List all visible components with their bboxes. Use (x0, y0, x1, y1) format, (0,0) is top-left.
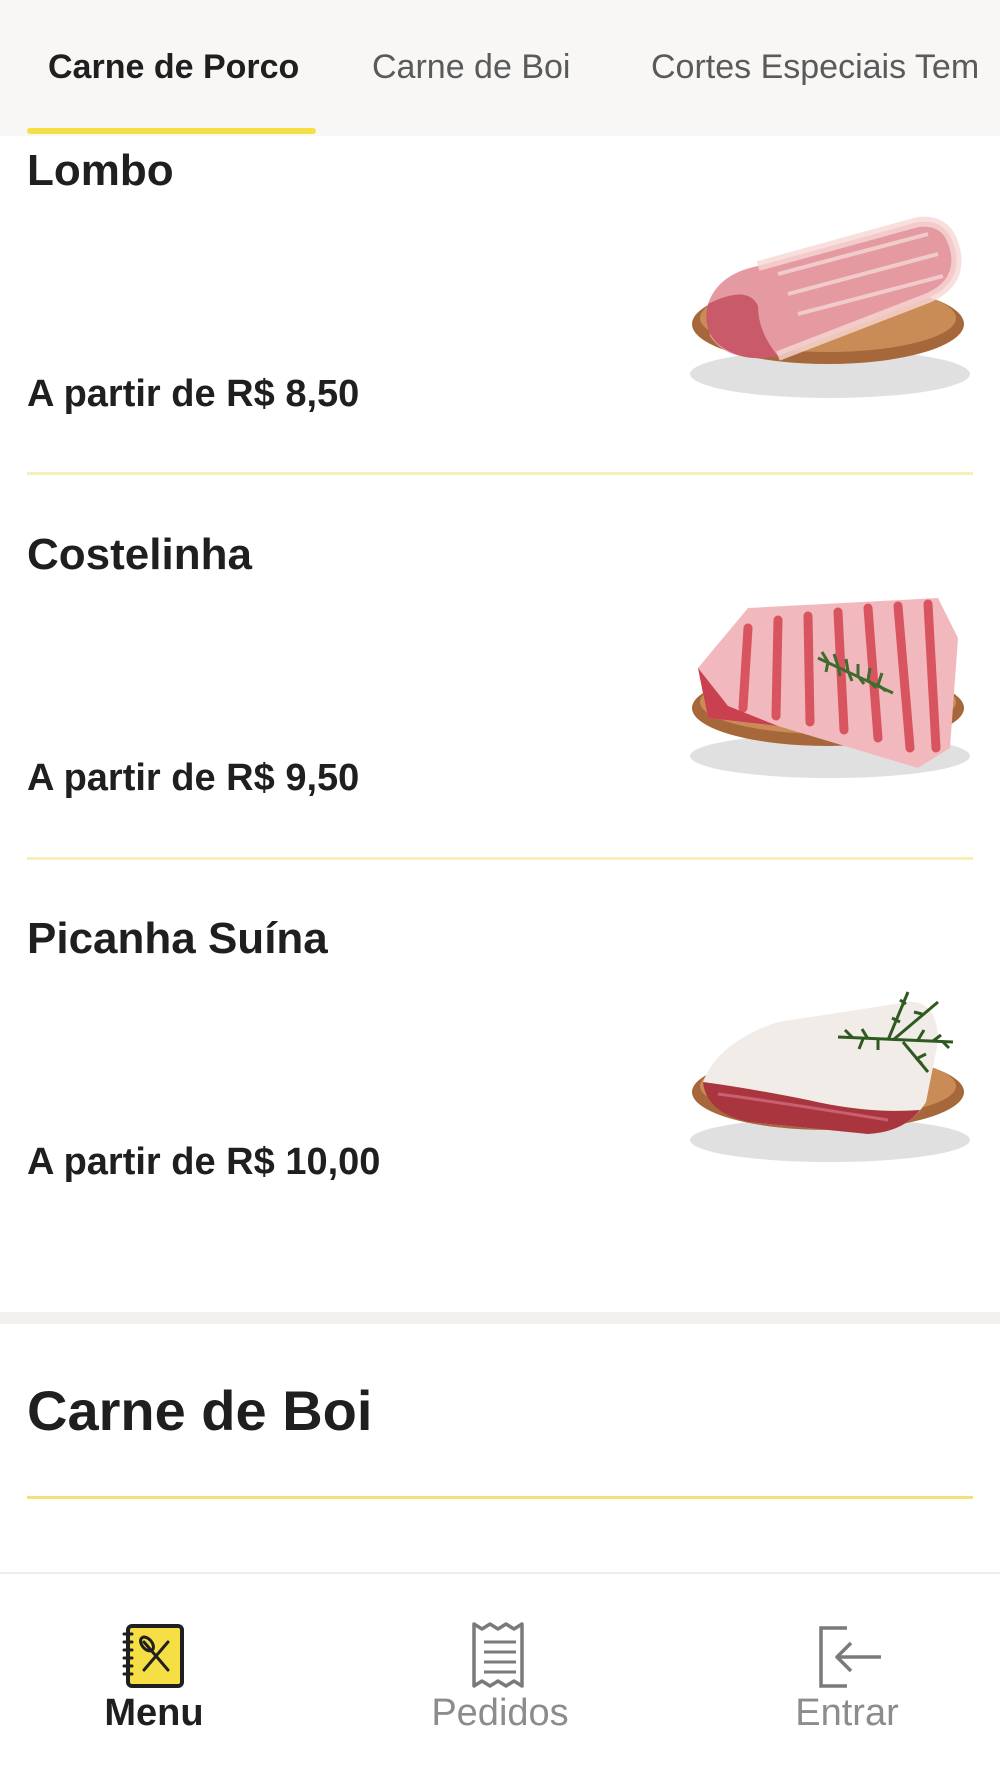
pork-ribs-image (690, 598, 970, 778)
product-item-costelinha[interactable]: Costelinha A partir de R$ 9,50 (27, 530, 973, 850)
nav-pedidos[interactable]: Pedidos (400, 1574, 600, 1778)
tab-cortes-especiais[interactable]: Cortes Especiais Tem (651, 48, 979, 87)
nav-label-menu: Menu (104, 1692, 204, 1734)
product-name: Costelinha (27, 530, 252, 579)
product-price: A partir de R$ 9,50 (27, 757, 360, 799)
nav-label-entrar: Entrar (795, 1692, 899, 1734)
nav-entrar[interactable]: Entrar (747, 1574, 947, 1778)
nav-label-pedidos: Pedidos (431, 1692, 569, 1734)
nav-menu[interactable]: Menu (54, 1574, 254, 1778)
bottom-navigation: Menu Pedidos Entrar (0, 1572, 1000, 1778)
tab-carne-de-boi[interactable]: Carne de Boi (372, 48, 570, 87)
product-name: Picanha Suína (27, 914, 328, 963)
pork-loin-image (690, 216, 970, 398)
tab-carne-de-porco[interactable]: Carne de Porco (48, 48, 299, 87)
section-title-carne-de-boi: Carne de Boi (27, 1379, 373, 1442)
category-tabbar: Carne de Porco Carne de Boi Cortes Espec… (0, 0, 1000, 136)
product-name: Lombo (27, 146, 174, 195)
divider (27, 472, 973, 475)
product-price: A partir de R$ 8,50 (27, 373, 360, 415)
section-underline (27, 1496, 973, 1499)
divider (27, 857, 973, 860)
active-tab-indicator (27, 128, 316, 134)
product-item-picanha-suina[interactable]: Picanha Suína A partir de R$ 10,00 (27, 914, 973, 1234)
login-icon (819, 1626, 881, 1688)
receipt-icon (472, 1622, 524, 1688)
section-separator (0, 1312, 1000, 1324)
pork-picanha-image (690, 991, 970, 1162)
product-price: A partir de R$ 10,00 (27, 1141, 381, 1183)
product-item-lombo[interactable]: Lombo A partir de R$ 8,50 (27, 146, 973, 466)
menu-book-icon (122, 1624, 184, 1688)
